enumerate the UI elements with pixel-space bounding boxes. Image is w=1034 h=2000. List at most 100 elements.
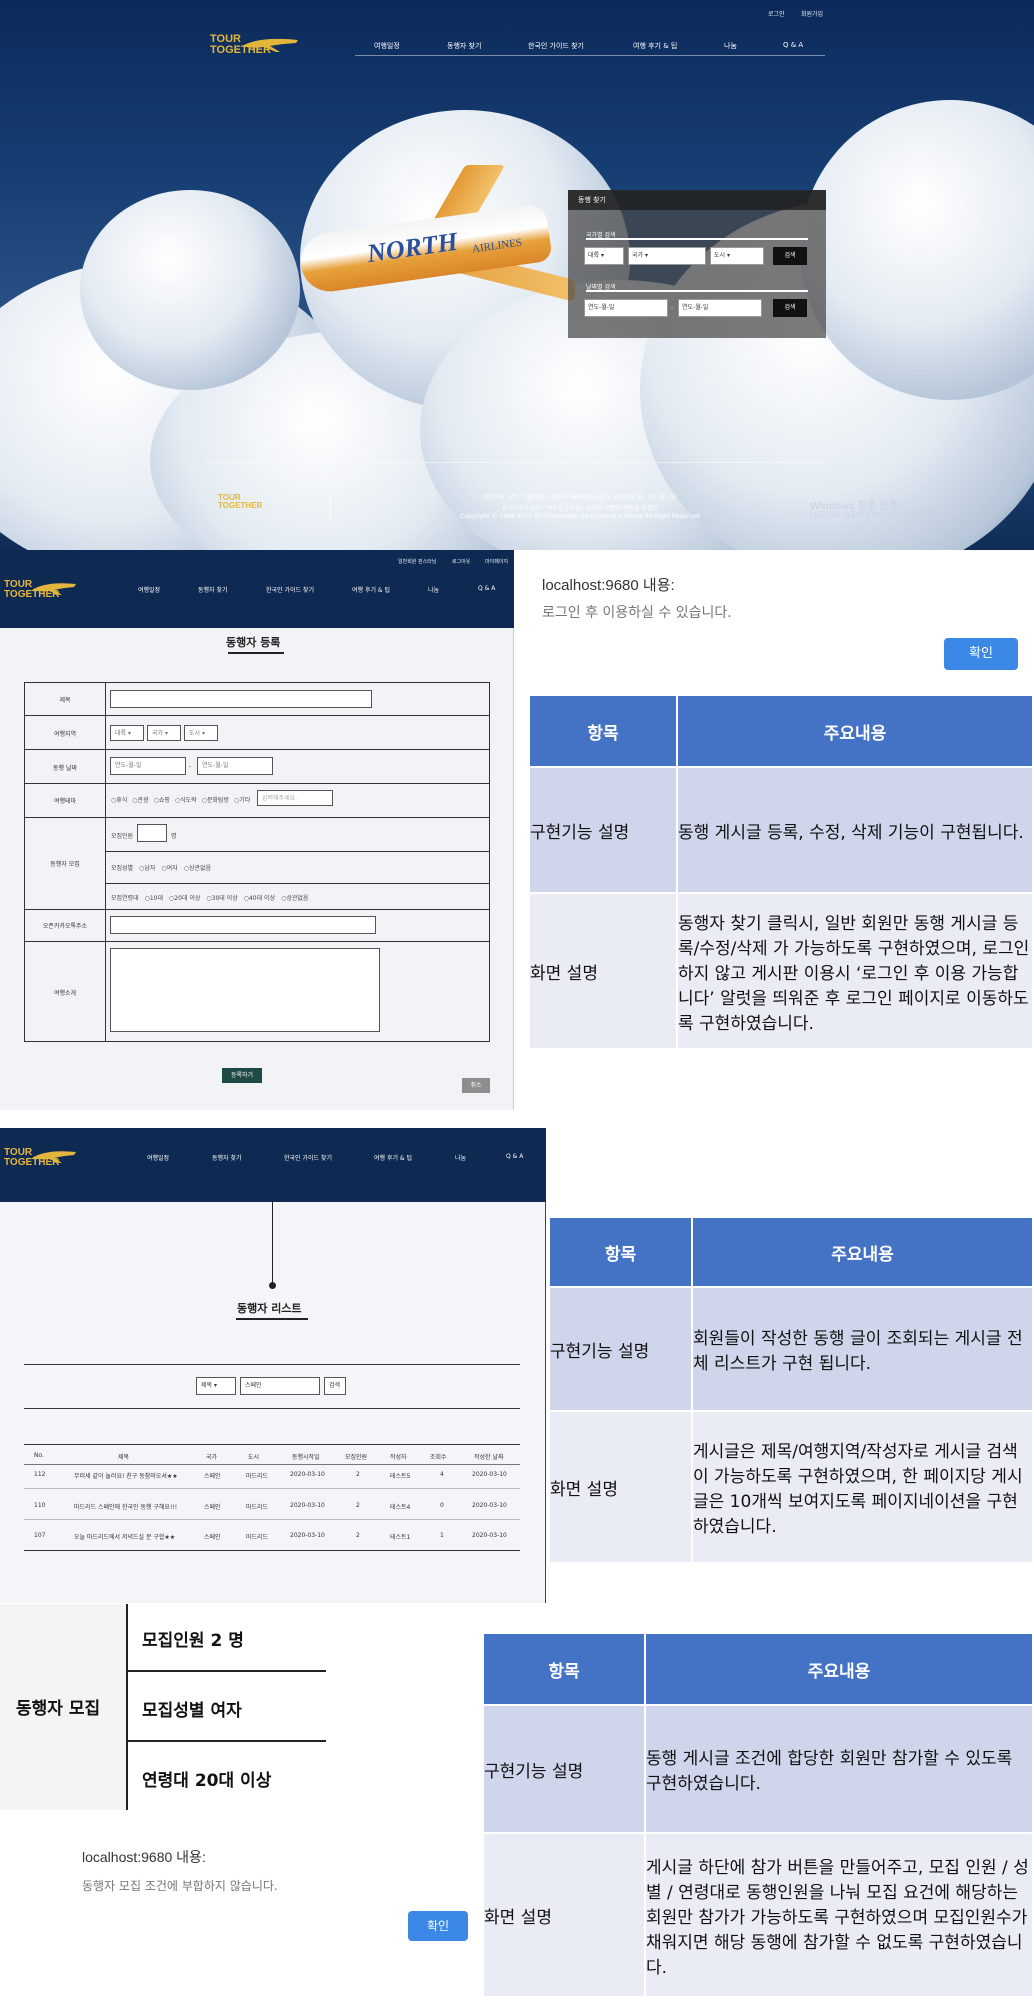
radio-etc[interactable]: ○기타 (234, 795, 250, 804)
nav-item-share[interactable]: 나눔 (724, 41, 737, 51)
recruit-condition-box: 동행자 모집 모집인원 2 명 모집성별 여자 연령대 20대 이상 (0, 1604, 326, 1810)
cloud-shape (80, 190, 300, 390)
nav-item-qna[interactable]: Q & A (783, 41, 803, 49)
continent-select[interactable]: 대륙 ▾ (584, 247, 624, 265)
alert-dialog: localhost:9680 내용: 로그인 후 이용하실 수 있습니다. 확인 (514, 550, 1034, 680)
radio-food[interactable]: ○식도락 (175, 795, 197, 804)
user-greeting: 일반회원 핀스타님 (398, 559, 437, 565)
info-table-2: 항목 주요내용 구현기능 설명 회원들이 작성한 동행 글이 조회되는 게시글 전체… (548, 1216, 1034, 1564)
search-panel-title: 동행 찾기 (568, 190, 826, 210)
alert-ok-button[interactable]: 확인 (408, 1911, 468, 1941)
page-title: 동행자 리스트 (237, 1302, 302, 1315)
gender-radio-group: 모집성별 ○남자 ○여자 ○상관없음 (111, 865, 212, 872)
country-select[interactable]: 국가 ▾ (628, 247, 706, 265)
radio-shopping[interactable]: ○쇼핑 (154, 795, 170, 804)
alert-ok-button[interactable]: 확인 (944, 638, 1018, 670)
search-keyword-input[interactable]: 스페인 (240, 1377, 320, 1395)
date-to-input[interactable]: 연도-월-일 (678, 299, 762, 317)
col-city: 도시 (248, 1454, 260, 1461)
nav-item-find-companion[interactable]: 동행자 찾기 (198, 585, 228, 594)
col-no: No. (34, 1452, 44, 1459)
label-title: 제목 (59, 697, 71, 704)
footer-copyright: Copyright © 1998-2020 KH Information Edu… (460, 513, 700, 520)
nav-item-find-companion[interactable]: 동행자 찾기 (447, 41, 481, 51)
col-recruit: 모집인원 (345, 1454, 368, 1461)
footer-address: 강남지원 1관 : 서울특별시 강남구 테헤란로14길 6 남도빌딩 2F, 3… (482, 494, 678, 501)
airplane-logo-icon (32, 583, 76, 595)
companion-list-screen: TOUR TOGETHER 여행일정 동행자 찾기 한국인 가이드 찾기 여행 … (0, 1128, 546, 1603)
kakao-url-input[interactable] (110, 916, 376, 934)
label-recruit: 동행자 모집 (50, 861, 80, 868)
footer-team: 같이가조 | 조장 : 박유진 | 조원 : 김동현 김편조 곽한솔 김경진 (501, 505, 659, 512)
label-kakao: 오픈카카오톡주소 (42, 923, 88, 930)
recruit-age: 연령대 20대 이상 (142, 1771, 272, 1791)
label-region: 여행지역 (53, 731, 77, 738)
table-row[interactable]: 107 오늘 마드리드에서 저녁드실 분 구합★★ 스페인 마드리드 2020-… (24, 1532, 520, 1544)
intro-textarea[interactable] (110, 948, 380, 1032)
city-select[interactable]: 도시 ▾ (184, 725, 218, 741)
recruit-count-input[interactable] (137, 824, 167, 842)
nav-divider (355, 55, 825, 56)
footer-divider (205, 462, 827, 463)
login-link[interactable]: 로그인 (768, 9, 785, 18)
country-search-button[interactable]: 검색 (773, 247, 807, 265)
radio-culture[interactable]: ○문화탐방 (202, 795, 229, 804)
cancel-button[interactable]: 취소 (462, 1078, 490, 1093)
nav-item-schedule[interactable]: 여행일정 (374, 41, 400, 51)
nav-item-review[interactable]: 여행 후기 & 팁 (633, 41, 677, 51)
page-title: 동행자 등록 (226, 636, 281, 649)
col-title: 제목 (118, 1454, 130, 1461)
nav-item-find-companion[interactable]: 동행자 찾기 (212, 1153, 242, 1162)
alert-message: 동행자 모집 조건에 부합하지 않습니다. (82, 1879, 278, 1893)
date-to-input[interactable]: 연도-월-일 (197, 757, 273, 775)
airplane-logo-icon (32, 1151, 76, 1163)
footer-logo: TOUR TOGETHER (218, 493, 263, 510)
companion-register-screen: 일반회원 핀스타님 로그아웃 마이페이지 TOUR TOGETHER 여행일정 … (0, 550, 514, 1110)
companion-search-panel: 동행 찾기 국가별 검색 대륙 ▾ 국가 ▾ 도시 ▾ 검색 날짜별 검색 연도… (568, 190, 826, 338)
date-from-input[interactable]: 연도-월-일 (110, 757, 186, 775)
table-row[interactable]: 112 무러세 같이 놀러요! 친구 동참마오셔★★ 스페인 마드리드 2020… (24, 1471, 520, 1483)
signup-link[interactable]: 회원가입 (801, 9, 823, 18)
info-table-1: 항목 주요내용 구현기능 설명 동행 게시글 등록, 수정, 삭제 기능이 구현됩니… (528, 694, 1034, 1050)
register-form: 제목 여행지역 동행 날짜 여행테마 동행자 모집 오픈카카오톡주소 여행소개 … (24, 682, 490, 1042)
theme-etc-input[interactable]: 입력해주세요. (257, 790, 333, 806)
nav-item-schedule[interactable]: 여행일정 (138, 585, 160, 594)
date-from-input[interactable]: 연도-월-일 (584, 299, 668, 317)
search-button[interactable]: 검색 (324, 1377, 346, 1395)
logout-link[interactable]: 로그아웃 (452, 558, 470, 565)
country-select[interactable]: 국가 ▾ (147, 725, 181, 741)
nav-item-review[interactable]: 여행 후기 & 팁 (374, 1153, 412, 1162)
submit-button[interactable]: 등록하기 (222, 1068, 262, 1083)
info-table-3: 항목 주요내용 구현기능 설명 동행 게시글 조건에 합당한 회원만 참가할 수 있… (482, 1632, 1034, 1998)
col-start-date: 동행시작일 (292, 1454, 320, 1461)
theme-radio-group: ○휴식 ○관광 ○쇼핑 ○식도락 ○문화탐방 ○기타 (111, 795, 250, 804)
nav-item-guide[interactable]: 한국인 가이드 찾기 (528, 41, 584, 51)
nav-item-schedule[interactable]: 여행일정 (147, 1153, 169, 1162)
col-country: 국가 (206, 1454, 218, 1461)
continent-select[interactable]: 대륙 ▾ (110, 725, 144, 741)
label-date: 동행 날짜 (53, 765, 77, 772)
search-filter-select[interactable]: 제목 ▾ (196, 1377, 236, 1395)
airplane-image: NORTH AIRLINES (295, 165, 575, 325)
mypage-link[interactable]: 마이페이지 (485, 558, 508, 565)
city-select[interactable]: 도시 ▾ (710, 247, 764, 265)
nav-item-share[interactable]: 나눔 (428, 585, 439, 594)
date-search-button[interactable]: 검색 (773, 299, 807, 317)
col-views: 조회수 (430, 1454, 447, 1461)
table-row[interactable]: 110 마드리드 스페인에 한국인 동행 구해요!!! 스페인 마드리드 202… (24, 1502, 520, 1514)
nav-item-qna[interactable]: Q & A (478, 585, 495, 592)
radio-rest[interactable]: ○휴식 (111, 795, 127, 804)
alert-message: 로그인 후 이용하실 수 있습니다. (542, 605, 732, 621)
nav-item-qna[interactable]: Q & A (506, 1153, 523, 1160)
col-writer: 작성자 (390, 1454, 407, 1461)
nav-item-review[interactable]: 여행 후기 & 팁 (352, 585, 390, 594)
radio-tour[interactable]: ○관광 (132, 795, 148, 804)
title-input[interactable] (110, 690, 372, 708)
label-intro: 여행소개 (53, 990, 77, 997)
nav-item-guide[interactable]: 한국인 가이드 찾기 (266, 585, 314, 594)
nav-item-share[interactable]: 나눔 (455, 1153, 466, 1162)
nav-item-guide[interactable]: 한국인 가이드 찾기 (284, 1153, 332, 1162)
col-written-date: 작성한 날짜 (474, 1454, 504, 1461)
recruit-gender: 모집성별 여자 (142, 1701, 242, 1721)
top-nav-bar: 일반회원 핀스타님 로그아웃 마이페이지 TOUR TOGETHER 여행일정 … (0, 550, 514, 628)
